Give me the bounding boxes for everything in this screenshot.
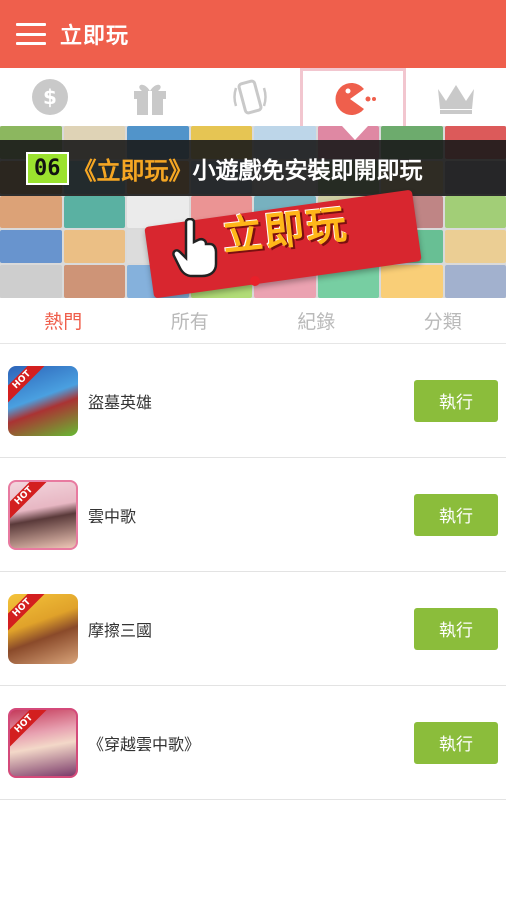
game-title: 雲中歌	[88, 506, 137, 526]
game-thumbnail[interactable]: HOT	[8, 479, 78, 550]
run-button[interactable]: 執行	[414, 721, 498, 764]
tab-hot[interactable]: 熱門	[0, 298, 127, 343]
dollar-coin-icon: $	[32, 79, 68, 115]
game-title: 盜墓英雄	[88, 392, 153, 412]
game-thumbnail[interactable]: HOT	[8, 365, 78, 436]
game-thumbnail[interactable]: HOT	[8, 707, 78, 778]
hot-badge: HOT	[8, 365, 48, 405]
banner-caption: 06 《立即玩》 小遊戲免安裝即開即玩	[0, 140, 506, 196]
banner-text: 小遊戲免安裝即開即玩	[192, 158, 423, 184]
tab-category[interactable]: 分類	[380, 298, 506, 343]
app-title: 立即玩	[60, 24, 130, 49]
tab-history[interactable]: 紀錄	[253, 298, 380, 343]
active-tab-pointer	[342, 126, 368, 140]
phone-shake-icon	[233, 79, 267, 115]
list-item[interactable]: HOT 雲中歌 執行	[0, 458, 506, 572]
hot-badge: HOT	[8, 593, 48, 633]
list-tabs: 熱門 所有 紀錄 分類	[0, 298, 506, 344]
svg-text:$: $	[43, 85, 57, 109]
hot-badge: HOT	[10, 481, 50, 521]
list-item[interactable]: HOT 《穿越雲中歌》 執行	[0, 686, 506, 800]
promo-banner[interactable]: 06 《立即玩》 小遊戲免安裝即開即玩 立即玩	[0, 126, 506, 298]
dollar-coin-tab[interactable]: $	[0, 68, 100, 126]
gift-tab[interactable]	[100, 68, 200, 126]
menu-icon[interactable]	[16, 23, 46, 45]
hot-badge: HOT	[10, 709, 50, 749]
list-item[interactable]: HOT 盜墓英雄 執行	[0, 344, 506, 458]
phone-shake-tab[interactable]	[200, 68, 300, 126]
banner-number: 06	[26, 151, 69, 185]
gift-icon	[134, 84, 166, 115]
run-button[interactable]: 執行	[414, 607, 498, 650]
category-icon-bar: $	[0, 68, 506, 126]
game-title: 《穿越雲中歌》	[88, 734, 201, 754]
ranking-tab[interactable]	[406, 68, 506, 126]
carousel-indicator-dot[interactable]	[250, 276, 260, 286]
pacman-icon	[335, 82, 376, 115]
tab-all[interactable]: 所有	[127, 298, 254, 343]
crown-icon	[438, 85, 474, 114]
game-title: 摩擦三國	[88, 620, 153, 640]
instant-play-tab[interactable]	[300, 68, 406, 126]
list-item[interactable]: HOT 摩擦三國 執行	[0, 572, 506, 686]
pointing-hand-icon	[172, 218, 218, 278]
game-list: HOT 盜墓英雄 執行 HOT 雲中歌 執行 HOT 摩擦三國 執行 HOT 《…	[0, 344, 506, 800]
app-bar: 立即玩	[0, 0, 506, 68]
banner-accent-text: 《立即玩》	[72, 156, 193, 185]
run-button[interactable]: 執行	[414, 493, 498, 536]
game-thumbnail[interactable]: HOT	[8, 593, 78, 664]
run-button[interactable]: 執行	[414, 379, 498, 422]
